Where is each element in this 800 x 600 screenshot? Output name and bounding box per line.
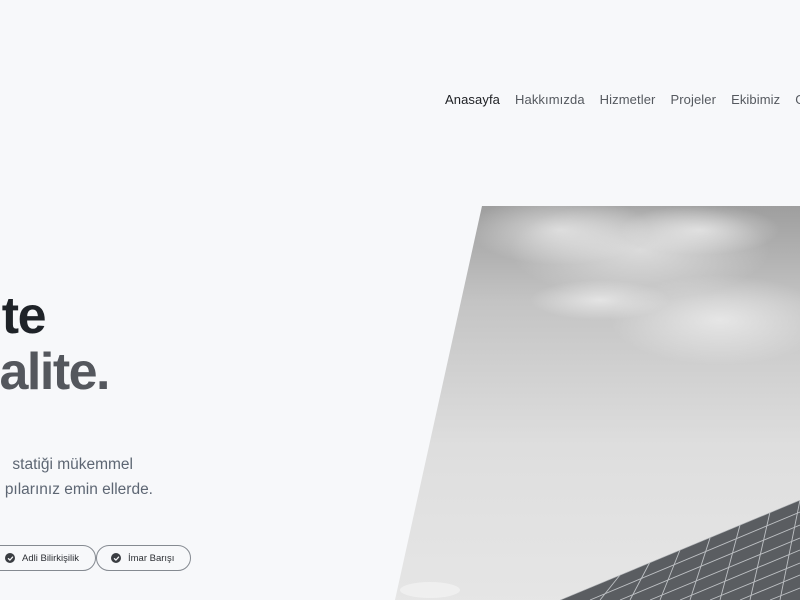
nav-item-truncated[interactable]: Ga [795, 92, 800, 107]
lead-line-2: pılarınız emin ellerde. [4, 481, 153, 498]
hero-building-image [395, 206, 800, 600]
badge-label: İmar Barışı [128, 552, 175, 564]
nav-item-ekibimiz[interactable]: Ekibimiz [731, 92, 780, 107]
main-nav: Anasayfa Hakkımızda Hizmetler Projeler E… [445, 92, 800, 107]
hero-headline: te alite. [0, 287, 111, 401]
badge-label: Adli Bilirkişilik [22, 552, 80, 564]
headline-line-2: alite. [0, 343, 111, 401]
badge-adli-bilirkisilik[interactable]: Adli Bilirkişilik [0, 545, 97, 571]
nav-item-projeler[interactable]: Projeler [670, 92, 716, 107]
check-circle-icon [5, 553, 15, 563]
nav-item-anasayfa[interactable]: Anasayfa [445, 92, 500, 107]
nav-item-hizmetler[interactable]: Hizmetler [600, 92, 656, 107]
page: Anasayfa Hakkımızda Hizmetler Projeler E… [0, 0, 800, 600]
headline-line-1: te [1, 287, 47, 345]
hero-lead: statiği mükemmel pılarınız emin ellerde. [0, 452, 153, 502]
check-circle-icon [111, 553, 121, 563]
badge-imar-barisi[interactable]: İmar Barışı [96, 545, 192, 571]
nav-item-hakkimizda[interactable]: Hakkımızda [515, 92, 585, 107]
lead-line-1: statiği mükemmel [12, 456, 133, 473]
